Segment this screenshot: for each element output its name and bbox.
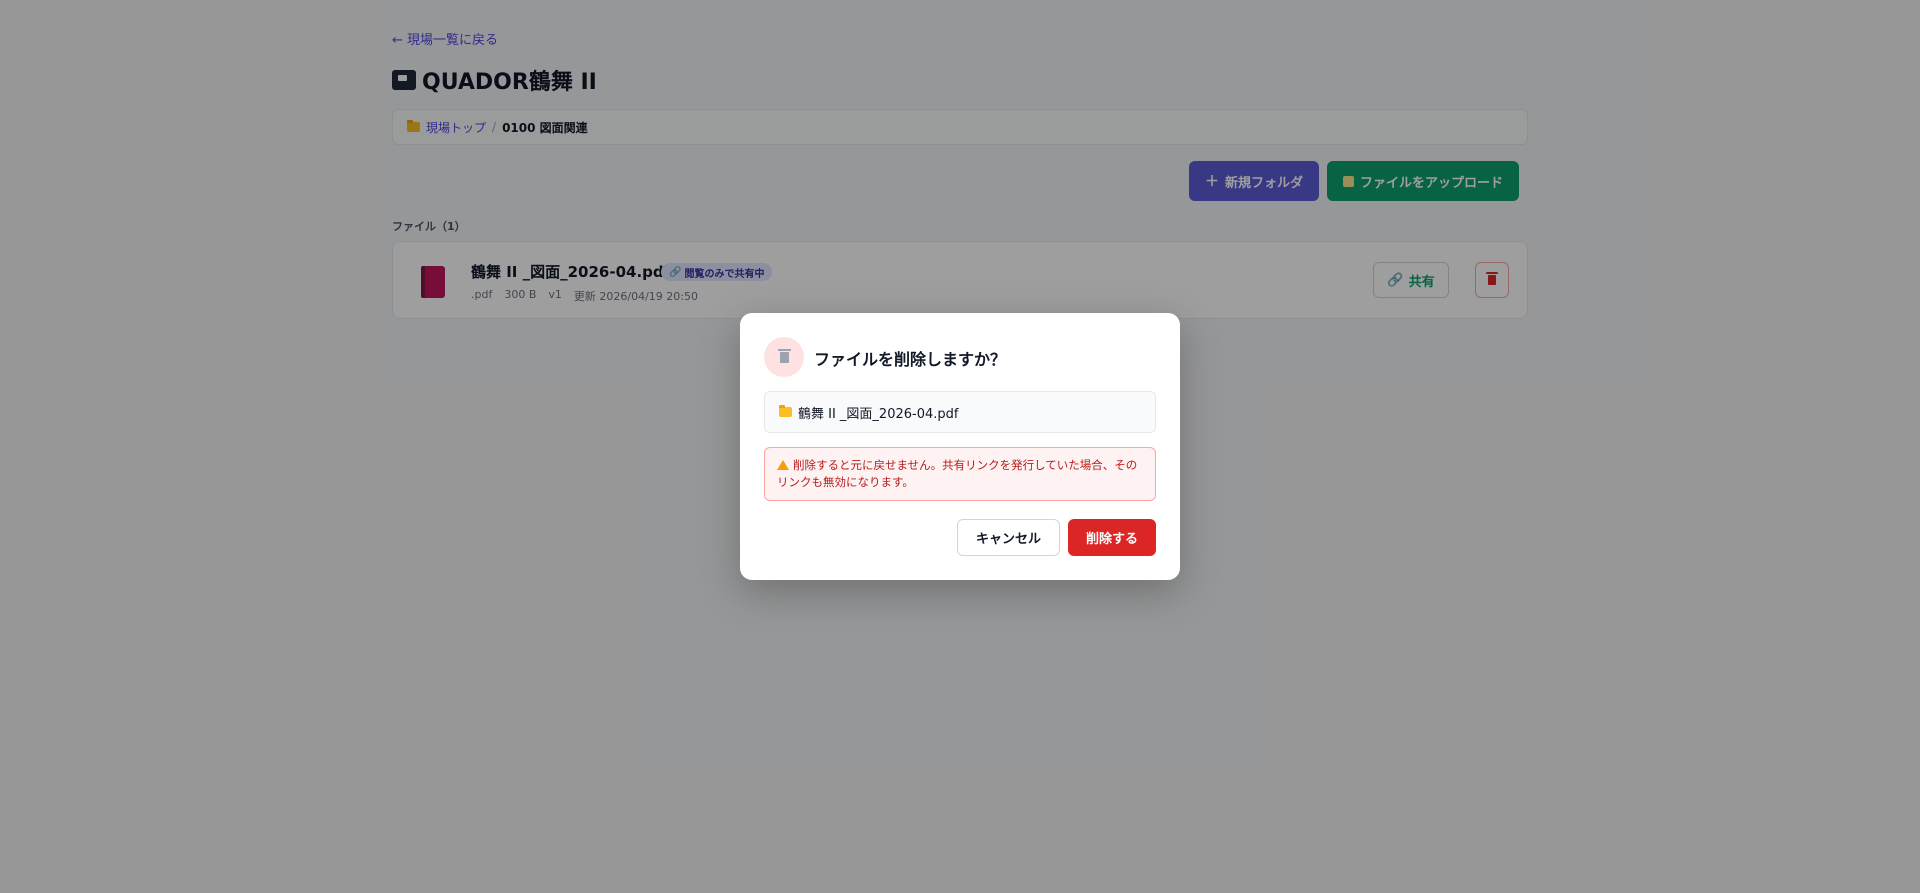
- confirm-delete-button[interactable]: 削除する: [1068, 519, 1156, 556]
- warning-icon: [777, 460, 789, 470]
- dialog-file-box: 鶴舞 II _図面_2026-04.pdf: [764, 391, 1156, 433]
- cancel-button[interactable]: キャンセル: [957, 519, 1060, 556]
- dialog-file-name: 鶴舞 II _図面_2026-04.pdf: [798, 406, 959, 422]
- dialog-icon-circle: [764, 337, 804, 377]
- dialog-warning: 削除すると元に戻せません。共有リンクを発行していた場合、そのリンクも無効になりま…: [764, 447, 1156, 501]
- dialog-title: ファイルを削除しますか？: [814, 350, 1007, 369]
- delete-confirm-dialog: ファイルを削除しますか？ 鶴舞 II _図面_2026-04.pdf 削除すると…: [740, 313, 1180, 580]
- trash-icon: [777, 348, 791, 363]
- dialog-warning-text: 削除すると元に戻せません。共有リンクを発行していた場合、そのリンクも無効になりま…: [777, 458, 1138, 489]
- folder-icon: [779, 405, 792, 417]
